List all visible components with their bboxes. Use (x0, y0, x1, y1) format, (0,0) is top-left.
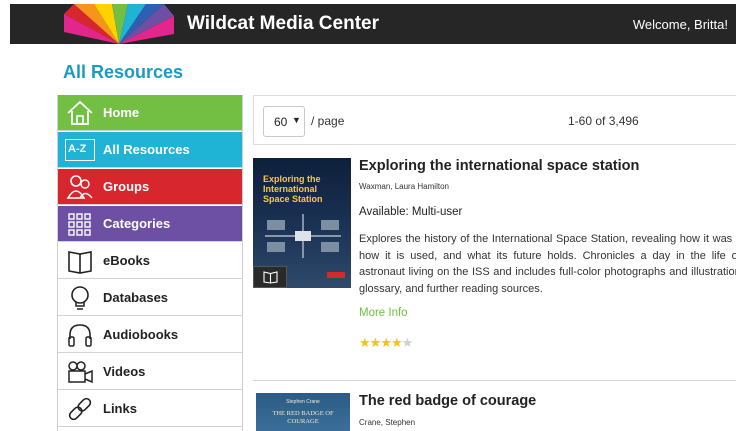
headphones-icon (68, 324, 92, 347)
a-z-icon: A-Z (65, 139, 95, 161)
space-station-image (265, 214, 341, 258)
per-page-value: 60 (274, 115, 288, 129)
cover-author: Stephen Crane (286, 399, 320, 405)
sidebar-item-groups[interactable]: Groups (58, 169, 242, 205)
star-icon: ★ (401, 335, 414, 350)
result-author: Crane, Stephen (359, 418, 416, 427)
top-bar: Wildcat Media Center Welcome, Britta! (10, 4, 736, 44)
sidebar-item-label: All Resources (103, 142, 190, 157)
format-badge (253, 266, 287, 288)
sidebar-item-home[interactable]: Home (58, 95, 242, 131)
sidebar-item-videos[interactable]: Videos (58, 354, 242, 390)
grid-icon (68, 213, 91, 236)
star-icon: ★ (390, 335, 403, 350)
result-author: Waxman, Laura Hamilton (359, 182, 449, 191)
publisher-badge (327, 272, 345, 278)
sidebar-item-all-resources[interactable]: A-Z All Resources (58, 132, 242, 168)
sidebar-item-label: Videos (103, 364, 146, 379)
groups-icon (66, 175, 93, 199)
star-rating[interactable]: ★★★★★ (359, 335, 414, 351)
star-icon: ★ (369, 335, 382, 350)
logo-icon[interactable] (64, 4, 174, 44)
sidebar: Home A-Z All Resources Groups Categories (57, 95, 243, 431)
sidebar-item-label: Groups (103, 179, 150, 194)
sidebar-item-label: Databases (103, 290, 169, 305)
video-camera-icon (68, 361, 93, 384)
sidebar-item-categories[interactable]: Categories (58, 206, 242, 242)
home-icon (67, 100, 93, 125)
sidebar-item-databases[interactable]: Databases (58, 280, 242, 316)
page-title: All Resources (63, 62, 184, 82)
cover-title: THE RED BADGE OF COURAGE (272, 410, 334, 425)
sidebar-item-label: Categories (103, 216, 171, 231)
caret-down-icon: ▼ (292, 115, 301, 125)
brand-title[interactable]: Wildcat Media Center (187, 13, 379, 35)
book-cover[interactable]: Stephen Crane THE RED BADGE OF COURAGE (256, 393, 350, 431)
availability: Available: Multi-user (359, 206, 463, 218)
sidebar-item-links[interactable]: Links (58, 391, 242, 427)
lightbulb-icon (71, 286, 89, 310)
star-icon: ★ (359, 335, 371, 350)
result-title[interactable]: The red badge of courage (359, 393, 536, 409)
sidebar-item-label: eBooks (103, 253, 150, 268)
link-icon (68, 397, 92, 421)
welcome-user[interactable]: Welcome, Britta! (633, 17, 728, 32)
cover-title: Exploring the International Space Statio… (263, 174, 323, 204)
per-page-label: / page (311, 114, 345, 128)
sidebar-item-label: Links (103, 401, 137, 416)
sidebar-item-label: Home (103, 105, 140, 120)
sidebar-item-ebooks[interactable]: eBooks (58, 243, 242, 279)
results-toolbar: 60 ▼ / page 1-60 of 3,496 (253, 95, 736, 145)
sidebar-item-audiobooks[interactable]: Audiobooks (58, 317, 242, 353)
book-icon (263, 271, 278, 284)
result-description: Explores the history of the Internationa… (359, 231, 736, 295)
per-page-select[interactable]: 60 ▼ (263, 106, 305, 137)
sidebar-item-label: Audiobooks (103, 327, 179, 342)
results-range: 1-60 of 3,496 (568, 114, 639, 128)
more-info-link[interactable]: More Info (359, 307, 408, 319)
description-text: Explores the history of the Internationa… (359, 233, 736, 295)
result-title[interactable]: Exploring the international space statio… (359, 158, 639, 174)
book-icon (68, 251, 92, 274)
result-divider (253, 380, 736, 381)
star-icon: ★ (380, 335, 392, 350)
